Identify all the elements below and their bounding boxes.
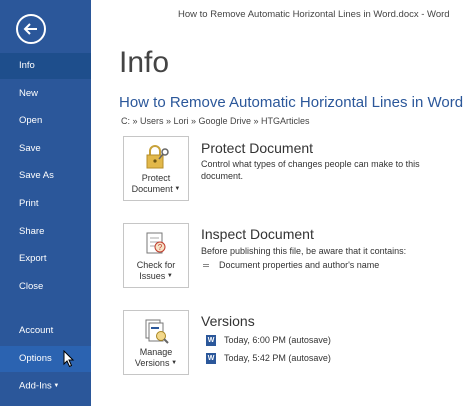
bullet-icon xyxy=(203,264,209,268)
version-entry[interactable]: W Today, 6:00 PM (autosave) xyxy=(206,335,331,347)
version-entry[interactable]: W Today, 5:42 PM (autosave) xyxy=(206,353,331,365)
inspect-bullet-item: Document properties and author's name xyxy=(203,260,379,270)
word-document-icon: W xyxy=(206,353,216,365)
sidebar-item-export[interactable]: Export xyxy=(0,246,91,272)
inspect-document-heading: Inspect Document xyxy=(201,226,314,242)
sidebar-item-add-ins[interactable]: Add-Ins ▼ xyxy=(0,373,91,399)
sidebar-item-save-as[interactable]: Save As xyxy=(0,163,91,189)
svg-text:?: ? xyxy=(158,243,163,252)
protect-document-button[interactable]: Protect Document ▼ xyxy=(123,136,189,201)
sidebar-item-options[interactable]: Options xyxy=(0,346,91,372)
sidebar-item-close[interactable]: Close xyxy=(0,274,91,300)
sidebar-item-print[interactable]: Print xyxy=(0,191,91,217)
document-path[interactable]: C: » Users » Lori » Google Drive » HTGAr… xyxy=(121,116,310,126)
sidebar-item-share[interactable]: Share xyxy=(0,219,91,245)
sidebar-item-info[interactable]: Info xyxy=(0,53,91,79)
backstage-sidebar: Info New Open Save Save As Print Share E… xyxy=(0,0,91,406)
sidebar-item-open[interactable]: Open xyxy=(0,108,91,134)
check-for-issues-button[interactable]: ? Check for Issues ▼ xyxy=(123,223,189,288)
manage-versions-label: Manage Versions ▼ xyxy=(134,347,178,368)
sidebar-item-new[interactable]: New xyxy=(0,81,91,107)
check-for-issues-label: Check for Issues ▼ xyxy=(136,260,176,281)
document-title: How to Remove Automatic Horizontal Lines… xyxy=(119,94,464,111)
chevron-down-icon: ▼ xyxy=(51,383,60,389)
manage-versions-icon xyxy=(145,319,169,344)
protect-document-heading: Protect Document xyxy=(201,140,314,156)
manage-versions-button[interactable]: Manage Versions ▼ xyxy=(123,310,189,375)
versions-heading: Versions xyxy=(201,313,255,329)
sidebar-item-save[interactable]: Save xyxy=(0,136,91,162)
chevron-down-icon: ▼ xyxy=(165,273,173,280)
back-button[interactable] xyxy=(16,14,46,44)
word-document-icon: W xyxy=(206,335,216,347)
protect-document-description: Control what types of changes people can… xyxy=(201,159,420,181)
sidebar-item-account[interactable]: Account xyxy=(0,318,91,344)
inspect-document-description: Before publishing this file, be aware th… xyxy=(201,246,407,256)
back-arrow-icon xyxy=(23,23,37,35)
check-issues-icon: ? xyxy=(146,232,166,254)
mouse-pointer-icon xyxy=(63,350,75,368)
lock-key-icon xyxy=(146,145,169,169)
page-title: Info xyxy=(119,46,170,79)
window-title: How to Remove Automatic Horizontal Lines… xyxy=(178,9,450,20)
protect-document-label: Protect Document ▼ xyxy=(131,173,181,194)
chevron-down-icon: ▼ xyxy=(172,186,181,193)
chevron-down-icon: ▼ xyxy=(169,360,178,367)
sidebar-item-add-ins-label: Add-Ins xyxy=(19,380,52,392)
